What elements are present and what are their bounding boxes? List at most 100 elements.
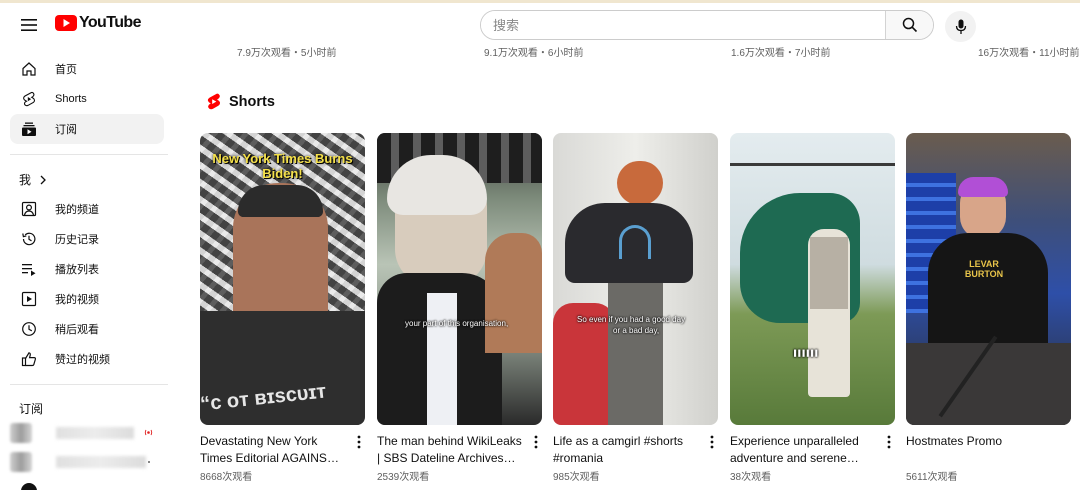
short-card[interactable]: ▌▌▌▌▌▌ Experience unparalleled adventure…	[730, 133, 895, 483]
short-thumbnail[interactable]: your part of this organisation,	[377, 133, 542, 425]
subtitle-caption: your part of this organisation,	[405, 319, 509, 328]
short-views: 985次观看	[553, 472, 600, 483]
sidebar-you-title: 我	[19, 173, 32, 187]
second-person-figure	[485, 233, 542, 353]
sidebar-item-shorts[interactable]: Shorts	[10, 84, 164, 114]
video-meta: 7.9万次观看・5小时前	[237, 48, 337, 59]
my-videos-icon	[20, 290, 38, 308]
sidebar-item-label: 稍后观看	[55, 324, 99, 336]
short-views: 5611次观看	[906, 472, 958, 483]
short-title[interactable]: Experience unparalleled adventure and se…	[730, 433, 875, 467]
more-vert-icon	[357, 435, 361, 449]
sidebar-item-label: 赞过的视频	[55, 354, 110, 366]
short-card[interactable]: New York Times Burns Biden! “ᴄ ᴏᴛ ʙɪsᴄᴜɪ…	[200, 133, 365, 483]
live-icon	[144, 429, 153, 436]
sidebar-item-label: 历史记录	[55, 234, 99, 246]
short-thumbnail[interactable]: New York Times Burns Biden! “ᴄ ᴏᴛ ʙɪsᴄᴜɪ…	[200, 133, 365, 425]
subscription-channel-item[interactable]	[10, 451, 164, 473]
guide-menu-button[interactable]	[16, 12, 42, 38]
shorts-shelf-title: Shorts	[229, 93, 275, 110]
short-thumbnail[interactable]: LEVAR BURTON	[906, 133, 1071, 425]
sidebar-item-label: 我的频道	[55, 204, 99, 216]
sidebar-item-label: Shorts	[55, 93, 87, 105]
video-meta: 1.6万次观看・7小时前	[731, 48, 831, 59]
more-vert-icon	[887, 435, 891, 449]
sidebar-item-home[interactable]: 首页	[10, 54, 164, 84]
shorts-icon	[20, 90, 38, 108]
guide-sidebar: 首页 Shorts 订阅 我 我的频道 历史记录 播放列表 我的视频 稍后观看 …	[0, 45, 172, 490]
thumbnail-overlay-text: New York Times Burns Biden!	[212, 151, 353, 181]
short-menu-button[interactable]	[353, 433, 365, 451]
short-title[interactable]: The man behind WikiLeaks | SBS Dateline …	[377, 433, 522, 467]
sidebar-item-history[interactable]: 历史记录	[10, 224, 164, 254]
sidebar-item-playlists[interactable]: 播放列表	[10, 254, 164, 284]
short-menu-button[interactable]	[706, 433, 718, 451]
search-box	[480, 10, 934, 40]
video-meta: 9.1万次观看・6小时前	[484, 48, 584, 59]
sidebar-divider	[10, 154, 168, 155]
short-title[interactable]: Life as a camgirl #shorts #romania	[553, 433, 698, 467]
sidebar-item-label: 播放列表	[55, 264, 99, 276]
hair-shape	[238, 185, 323, 217]
more-vert-icon	[710, 435, 714, 449]
sidebar-item-watch-later[interactable]: 稍后观看	[10, 314, 164, 344]
short-thumbnail[interactable]: So even if you had a good day or a bad d…	[553, 133, 718, 425]
sidebar-item-label: 首页	[55, 64, 77, 76]
hair-shape	[958, 177, 1008, 197]
search-button[interactable]	[885, 11, 933, 39]
short-menu-button[interactable]	[530, 433, 542, 451]
shorts-shelf-header: Shorts	[207, 93, 275, 110]
short-views: 38次观看	[730, 472, 772, 483]
sidebar-divider	[10, 384, 168, 385]
microphone-icon	[955, 19, 966, 34]
hair-shape	[617, 161, 663, 205]
history-icon	[20, 230, 38, 248]
chevron-right-icon	[40, 175, 46, 184]
desk-shape	[906, 343, 1071, 425]
sidebar-item-label: 订阅	[55, 124, 77, 136]
subtitle-caption: So even if you had a good day	[577, 315, 686, 324]
short-title[interactable]: Hostmates Promo	[906, 433, 1051, 450]
youtube-play-icon	[55, 15, 77, 31]
short-views: 8668次观看	[200, 472, 253, 483]
shirt-shape	[810, 237, 848, 309]
short-menu-button[interactable]	[883, 433, 895, 451]
new-content-dot	[148, 461, 150, 463]
sidebar-subscriptions-title: 订阅	[19, 402, 44, 416]
short-card[interactable]: LEVAR BURTON Hostmates Promo 5611次观看	[906, 133, 1071, 483]
sidebar-item-label: 我的视频	[55, 294, 99, 306]
voice-search-button[interactable]	[945, 11, 976, 42]
rotor-blade	[730, 163, 895, 166]
shirt-shape	[928, 233, 1048, 343]
sidebar-you-header[interactable]: 我	[19, 171, 47, 188]
channel-avatar[interactable]	[21, 483, 37, 490]
short-card[interactable]: your part of this organisation, The man …	[377, 133, 542, 483]
subtitle-caption: or a bad day,	[613, 326, 660, 335]
short-thumbnail[interactable]: ▌▌▌▌▌▌	[730, 133, 895, 425]
short-card[interactable]: So even if you had a good day or a bad d…	[553, 133, 718, 483]
sidebar-item-your-channel[interactable]: 我的频道	[10, 194, 164, 224]
subscription-channel-item[interactable]	[10, 422, 164, 444]
search-input[interactable]	[481, 11, 885, 39]
audio-wave: ▌▌▌▌▌▌	[794, 351, 820, 357]
channel-name-blurred	[56, 456, 146, 468]
youtube-logo[interactable]: YouTube	[55, 14, 141, 32]
search-icon	[902, 17, 917, 33]
home-icon	[20, 60, 38, 78]
shirt-shape	[427, 293, 457, 425]
watch-later-icon	[20, 320, 38, 338]
hamburger-icon	[21, 19, 37, 31]
channel-name-blurred	[56, 427, 134, 439]
sidebar-item-liked-videos[interactable]: 赞过的视频	[10, 344, 164, 374]
shorts-logo-icon	[207, 93, 221, 110]
sidebar-item-subscriptions[interactable]: 订阅	[10, 114, 164, 144]
channel-avatar	[10, 423, 32, 443]
sidebar-subscriptions-header: 订阅	[19, 400, 43, 417]
sidebar-item-your-videos[interactable]: 我的视频	[10, 284, 164, 314]
masthead: YouTube	[0, 3, 1080, 45]
more-vert-icon	[534, 435, 538, 449]
rainbow-print	[619, 225, 651, 259]
short-views: 2539次观看	[377, 472, 430, 483]
short-title[interactable]: Devastating New York Times Editorial AGA…	[200, 433, 345, 467]
channel-icon	[20, 200, 38, 218]
